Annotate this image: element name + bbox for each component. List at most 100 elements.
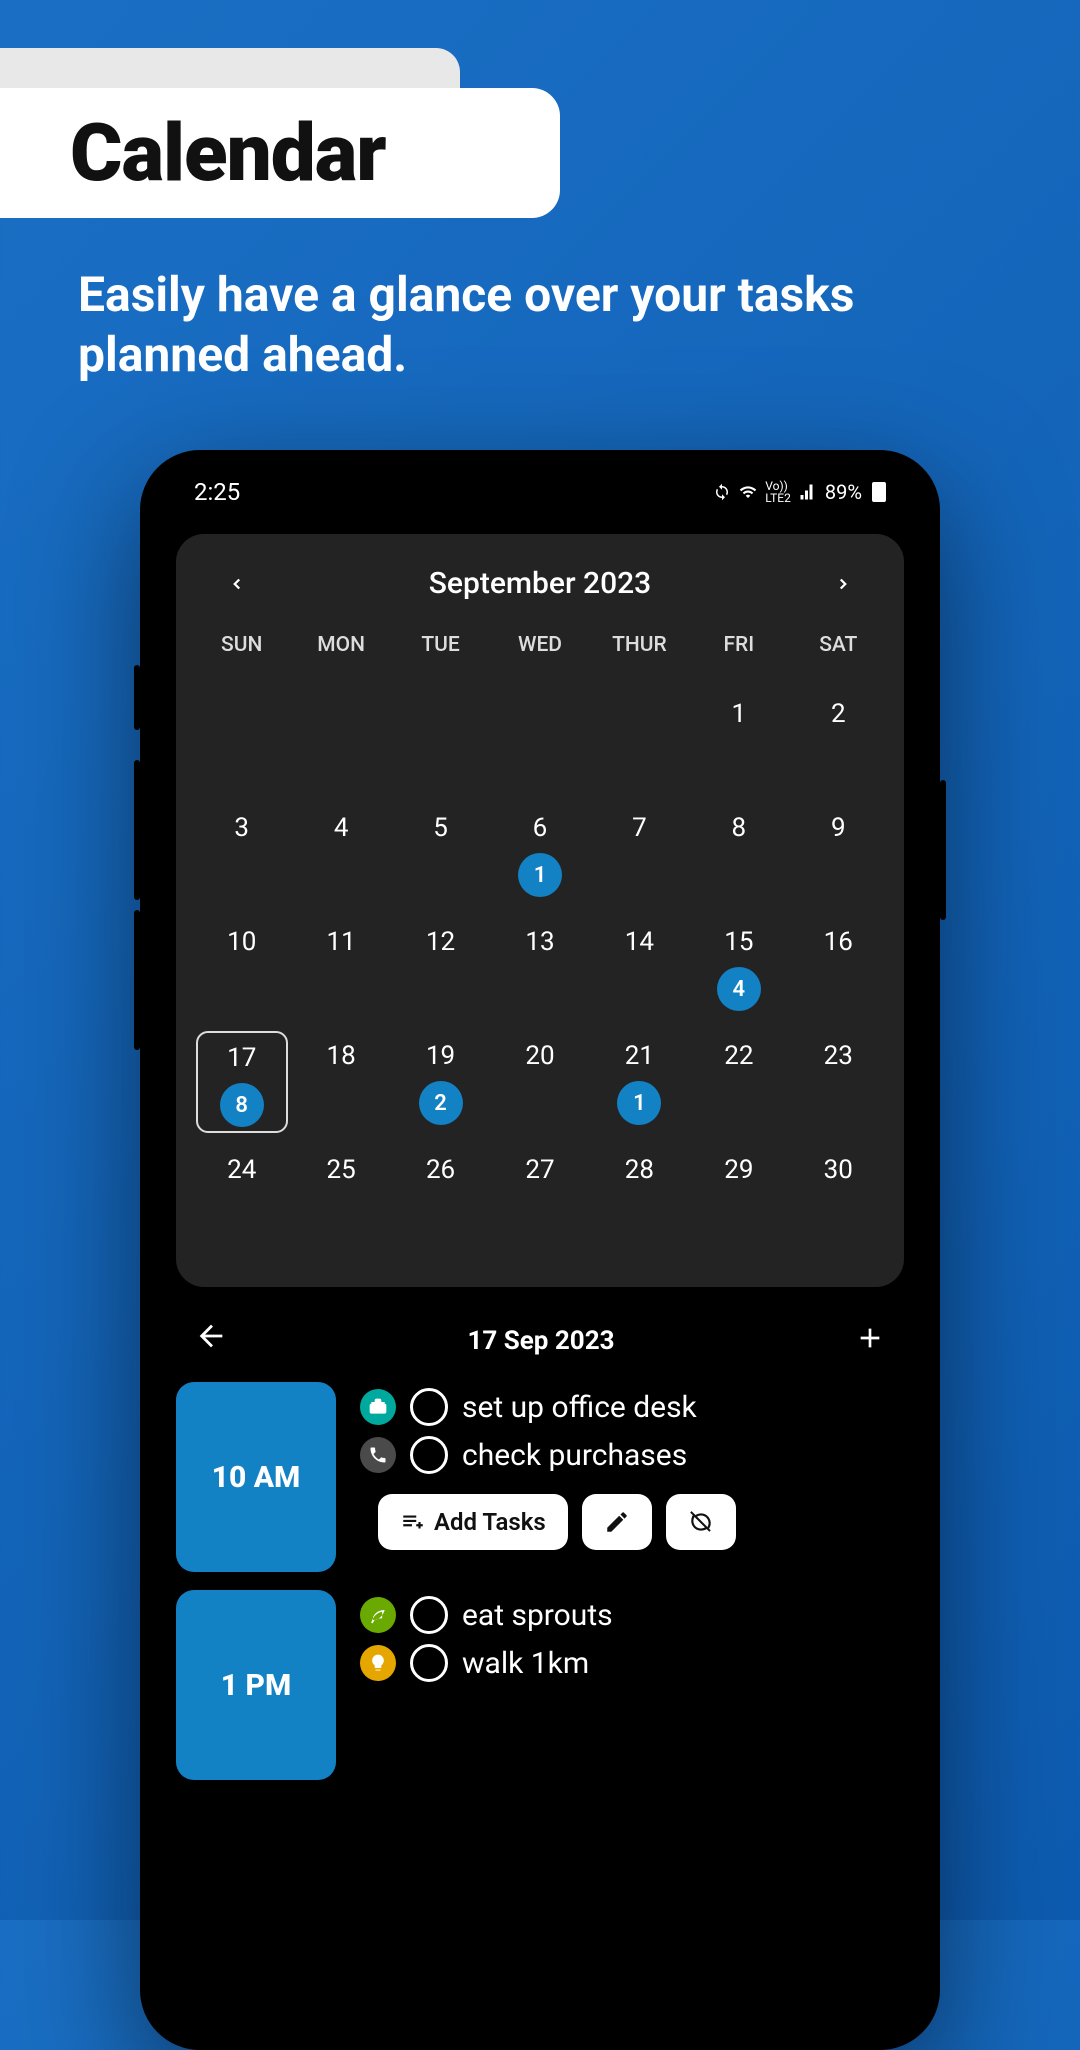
calendar-day[interactable]: 9 <box>789 791 888 905</box>
bulb-icon <box>360 1645 396 1681</box>
calendar-day-number: 2 <box>831 699 846 729</box>
calendar-day[interactable]: 13 <box>490 905 589 1019</box>
calendar-task-count-badge: 1 <box>518 853 562 897</box>
status-indicators: Vo))LTE2 89% <box>713 480 886 504</box>
prev-month-button[interactable] <box>222 567 252 600</box>
calendar-day-number: 24 <box>227 1155 256 1185</box>
calendar-day[interactable]: 23 <box>789 1019 888 1133</box>
calendar-day-number: 27 <box>525 1155 554 1185</box>
calendar-day[interactable]: 5 <box>391 791 490 905</box>
task-row[interactable]: check purchases <box>360 1436 904 1474</box>
calendar-day-number: 5 <box>433 813 448 843</box>
task-row[interactable]: eat sprouts <box>360 1596 904 1634</box>
page-title: Calendar <box>70 106 386 200</box>
calendar-day-number: 21 <box>625 1041 654 1071</box>
calendar-day-number: 3 <box>234 813 249 843</box>
calendar-day[interactable]: 14 <box>590 905 689 1019</box>
calendar-day <box>391 677 490 791</box>
calendar-day[interactable]: 25 <box>291 1133 390 1247</box>
calendar-day[interactable]: 27 <box>490 1133 589 1247</box>
calendar-day-number: 10 <box>227 927 256 957</box>
calendar-day-number: 16 <box>824 927 853 957</box>
calendar-day[interactable]: 20 <box>490 1019 589 1133</box>
time-block[interactable]: 10 AM <box>176 1382 336 1572</box>
briefcase-icon <box>360 1389 396 1425</box>
back-button[interactable] <box>194 1319 228 1363</box>
calendar-dow: TUE <box>391 621 490 677</box>
calendar-day[interactable]: 12 <box>391 905 490 1019</box>
calendar-day-number: 1 <box>732 699 747 729</box>
task-checkbox[interactable] <box>410 1644 448 1682</box>
calendar-day-number: 7 <box>632 813 647 843</box>
calendar-day[interactable]: 10 <box>192 905 291 1019</box>
slot-content: set up office desk check purchases Add Tas… <box>360 1382 904 1572</box>
calendar-day[interactable]: 18 <box>291 1019 390 1133</box>
calendar-day[interactable]: 22 <box>689 1019 788 1133</box>
calendar-day-number: 23 <box>824 1041 853 1071</box>
calendar-task-count-badge: 8 <box>220 1083 264 1127</box>
status-time: 2:25 <box>194 478 240 506</box>
task-row[interactable]: walk 1km <box>360 1644 904 1682</box>
signal-icon <box>799 483 817 501</box>
calendar-day[interactable]: 154 <box>689 905 788 1019</box>
calendar-day[interactable]: 3 <box>192 791 291 905</box>
rotate-lock-icon <box>713 483 731 501</box>
list-add-icon <box>400 1509 426 1535</box>
pencil-icon <box>604 1509 630 1535</box>
calendar-day[interactable]: 1 <box>689 677 788 791</box>
day-title: 17 Sep 2023 <box>467 1326 614 1356</box>
status-bar: 2:25 Vo))LTE2 89% <box>158 468 922 516</box>
calendar-dow: FRI <box>689 621 788 677</box>
edit-button[interactable] <box>582 1494 652 1550</box>
calendar-day[interactable]: 192 <box>391 1019 490 1133</box>
slot-actions: Add Tasks <box>378 1494 904 1550</box>
calendar-day[interactable]: 26 <box>391 1133 490 1247</box>
task-checkbox[interactable] <box>410 1596 448 1634</box>
calendar-day[interactable]: 16 <box>789 905 888 1019</box>
task-row[interactable]: set up office desk <box>360 1388 904 1426</box>
calendar-day[interactable]: 11 <box>291 905 390 1019</box>
calendar-day[interactable]: 61 <box>490 791 589 905</box>
calendar-dow: SUN <box>192 621 291 677</box>
calendar-day-number: 25 <box>327 1155 356 1185</box>
task-checkbox[interactable] <box>410 1388 448 1426</box>
calendar-day <box>291 677 390 791</box>
network-badge: Vo))LTE2 <box>765 480 791 504</box>
phone-frame: 2:25 Vo))LTE2 89% September 2023 <box>140 450 940 2050</box>
calendar-day[interactable]: 30 <box>789 1133 888 1247</box>
calendar-day[interactable]: 7 <box>590 791 689 905</box>
calendar-day[interactable]: 211 <box>590 1019 689 1133</box>
next-month-button[interactable] <box>828 567 858 600</box>
calendar-day-number: 19 <box>426 1041 455 1071</box>
calendar-day-number: 18 <box>327 1041 356 1071</box>
battery-percent: 89% <box>825 480 862 504</box>
add-button[interactable] <box>854 1317 886 1364</box>
calendar-dow: THUR <box>590 621 689 677</box>
calendar-day-number: 9 <box>831 813 846 843</box>
calendar-day <box>590 677 689 791</box>
calendar-day[interactable]: 178 <box>192 1019 291 1133</box>
calendar-day[interactable]: 28 <box>590 1133 689 1247</box>
calendar-day[interactable]: 4 <box>291 791 390 905</box>
time-slot: 10 AM set up office desk check purchases Ad… <box>158 1382 922 1590</box>
calendar-day-number: 17 <box>227 1043 256 1073</box>
calendar-day-number: 22 <box>724 1041 753 1071</box>
calendar-day[interactable]: 29 <box>689 1133 788 1247</box>
leaf-icon <box>360 1597 396 1633</box>
calendar-day <box>490 677 589 791</box>
task-label: eat sprouts <box>462 1598 613 1633</box>
time-block[interactable]: 1 PM <box>176 1590 336 1780</box>
calendar-day[interactable]: 24 <box>192 1133 291 1247</box>
month-label: September 2023 <box>429 566 651 601</box>
calendar-day-number: 14 <box>625 927 654 957</box>
time-slots: 10 AM set up office desk check purchases Ad… <box>158 1382 922 1798</box>
calendar-day[interactable]: 8 <box>689 791 788 905</box>
add-tasks-button[interactable]: Add Tasks <box>378 1494 568 1550</box>
calendar-dow: MON <box>291 621 390 677</box>
plus-icon <box>854 1322 886 1354</box>
calendar-day[interactable]: 2 <box>789 677 888 791</box>
chevron-right-icon <box>834 575 852 593</box>
task-checkbox[interactable] <box>410 1436 448 1474</box>
calendar-dow: WED <box>490 621 589 677</box>
alarm-off-button[interactable] <box>666 1494 736 1550</box>
